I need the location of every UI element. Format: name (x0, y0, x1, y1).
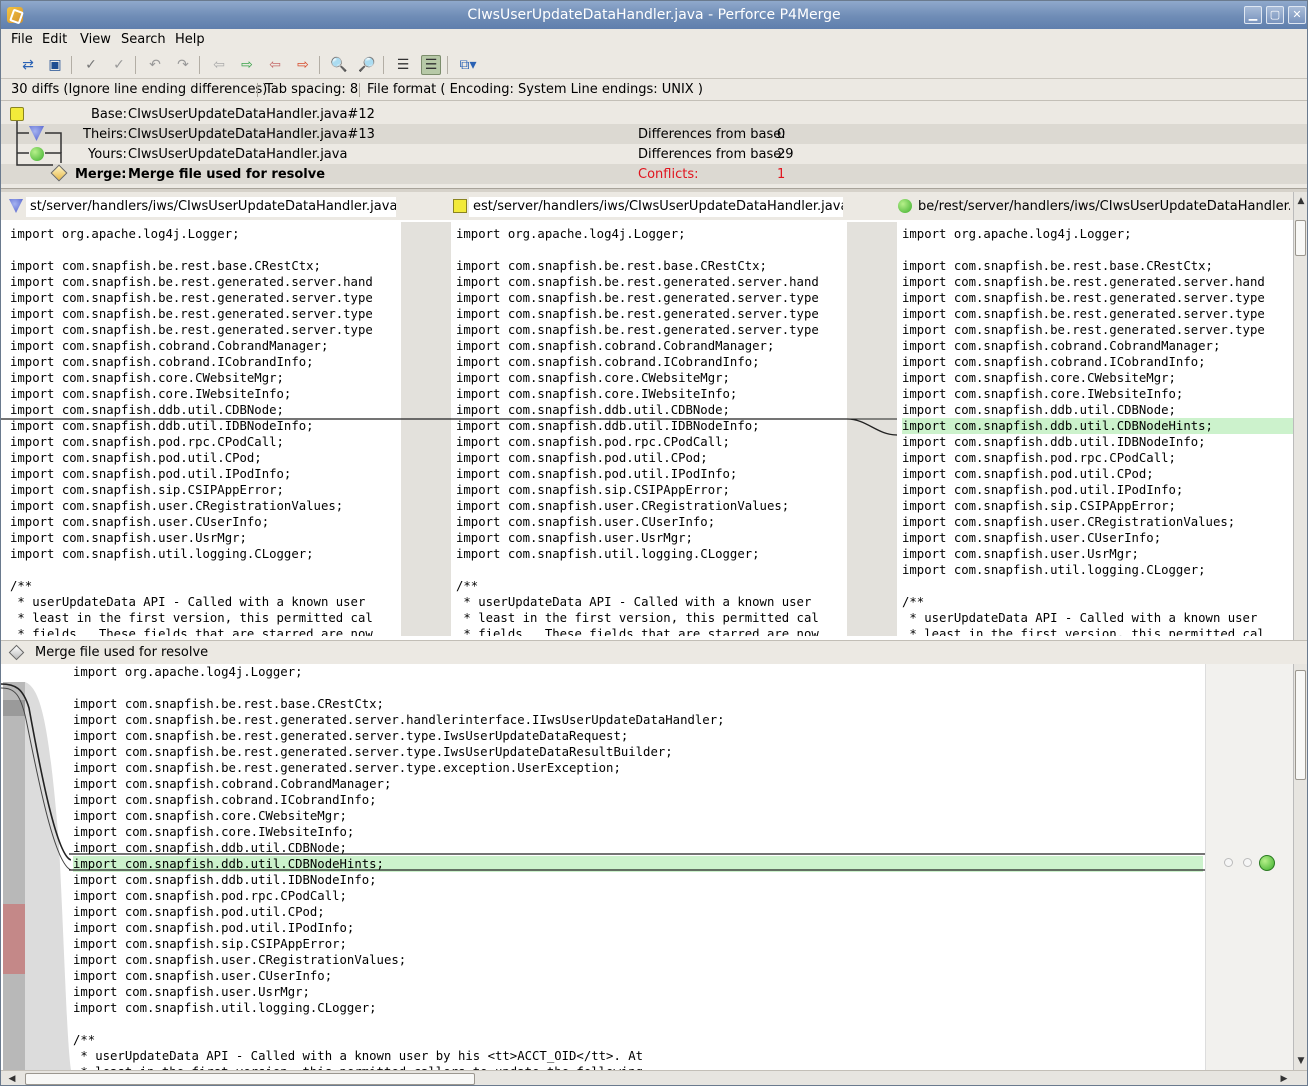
merge-tree-lines (16, 121, 62, 166)
toolbar-separator (319, 56, 320, 74)
menu-bar: File Edit View Search Help (1, 29, 1307, 51)
menu-file[interactable]: File (11, 32, 33, 47)
line-numbers-icon[interactable]: ☰ (393, 55, 413, 75)
p4merge-window: CIwsUserUpdateDataHandler.java - Perforc… (0, 0, 1308, 1086)
highlight-icon[interactable]: ☰ (421, 55, 441, 75)
minimize-button[interactable]: ▁ (1244, 6, 1262, 24)
files-info-panel: Base: CIwsUserUpdateDataHandler.java#12 … (1, 101, 1307, 189)
merge-pane[interactable]: import org.apache.log4j.Logger; import co… (1, 664, 1307, 1070)
status-bar: 30 diffs (Ignore line ending differences… (1, 79, 1307, 101)
diff-count: 30 diffs (Ignore line ending differences… (11, 82, 268, 97)
check-icon[interactable]: ✓ (81, 55, 101, 75)
check-all-icon[interactable]: ✓ (109, 55, 129, 75)
next-diff-icon[interactable]: ⇨ (237, 55, 257, 75)
merge-choice-gutter (1205, 664, 1293, 1070)
menu-view[interactable]: View (80, 32, 111, 47)
undo-icon[interactable]: ↶ (145, 55, 165, 75)
layout-icon[interactable]: ⧉▾ (455, 55, 481, 75)
menu-edit[interactable]: Edit (42, 32, 67, 47)
merge-scroll-thumb[interactable] (1295, 670, 1306, 780)
redo-icon[interactable]: ↷ (173, 55, 193, 75)
panes-vertical-scrollbar[interactable]: ▲ (1293, 192, 1307, 640)
merge-diamond-small-icon (8, 644, 25, 661)
merge-row: Merge: Merge file used for resolve Confl… (1, 164, 1307, 184)
yours-file-name: CIwsUserUpdateDataHandler.java (128, 147, 348, 162)
save-icon[interactable]: ▣ (45, 55, 65, 75)
diff-panes: st/server/handlers/iws/CIwsUserUpdateDat… (1, 192, 1307, 640)
maximize-button[interactable]: ▢ (1266, 6, 1284, 24)
scroll-down-arrow[interactable]: ▼ (1294, 1054, 1307, 1068)
toolbar-separator (447, 56, 448, 74)
status-separator (257, 83, 258, 97)
title-bar: CIwsUserUpdateDataHandler.java - Perforc… (1, 1, 1307, 29)
swap-icon[interactable]: ⇄ (18, 55, 38, 75)
menu-search[interactable]: Search (121, 32, 166, 47)
choose-theirs-icon[interactable] (1224, 858, 1233, 867)
hscroll-thumb[interactable] (25, 1073, 475, 1085)
toolbar-separator (383, 56, 384, 74)
theirs-row: Theirs: CIwsUserUpdateDataHandler.java#1… (1, 124, 1307, 144)
scroll-up-arrow[interactable]: ▲ (1294, 194, 1307, 208)
diff-connector-lines (1, 418, 898, 436)
theirs-label: Theirs: (83, 127, 128, 142)
toolbar: ⇄ ▣ ✓ ✓ ↶ ↷ ⇦ ⇨ ⇦ ⇨ 🔍 🔎 ☰ ☰ ⧉▾ (1, 51, 1307, 79)
find-icon[interactable]: 🔍 (329, 55, 349, 75)
merge-label: Merge: (75, 167, 127, 182)
yours-row: Yours: CIwsUserUpdateDataHandler.java Di… (1, 144, 1307, 164)
merge-horizontal-scrollbar[interactable]: ◀ ▶ (1, 1070, 1307, 1085)
yours-label: Yours: (88, 147, 127, 162)
menu-help[interactable]: Help (175, 32, 205, 47)
status-separator (359, 83, 360, 97)
scroll-left-arrow[interactable]: ◀ (5, 1072, 19, 1085)
next-conflict-icon[interactable]: ⇨ (293, 55, 313, 75)
theirs-diff-label: Differences from base: (638, 127, 786, 142)
scroll-right-arrow[interactable]: ▶ (1277, 1072, 1291, 1085)
toolbar-separator (71, 56, 72, 74)
scroll-thumb[interactable] (1295, 220, 1306, 256)
merge-pane-header: Merge file used for resolve (1, 640, 1307, 664)
toolbar-separator (199, 56, 200, 74)
base-file-name: CIwsUserUpdateDataHandler.java#12 (128, 107, 375, 122)
merge-file-name: Merge file used for resolve (128, 167, 326, 182)
base-label: Base: (91, 107, 128, 122)
tab-spacing[interactable]: Tab spacing: 8 (265, 82, 358, 97)
file-format[interactable]: File format ( Encoding: System Line endi… (367, 82, 703, 97)
yours-diff-label: Differences from base: (638, 147, 786, 162)
conflicts-label: Conflicts: (638, 167, 699, 182)
theirs-diff-count: 0 (777, 127, 786, 142)
yours-diff-count: 29 (777, 147, 794, 162)
merge-pane-title: Merge file used for resolve (35, 645, 209, 660)
prev-conflict-icon[interactable]: ⇦ (265, 55, 285, 75)
merge-vertical-scrollbar[interactable]: ▼ (1293, 664, 1307, 1070)
base-row: Base: CIwsUserUpdateDataHandler.java#12 (1, 104, 1307, 124)
choose-yours-icon[interactable] (1259, 855, 1275, 871)
find-next-icon[interactable]: 🔎 (357, 55, 377, 75)
choose-base-icon[interactable] (1243, 858, 1252, 867)
prev-diff-icon[interactable]: ⇦ (209, 55, 229, 75)
window-title: CIwsUserUpdateDataHandler.java - Perforc… (467, 7, 841, 23)
close-button[interactable]: ✕ (1288, 6, 1306, 24)
merge-hl-border (69, 853, 1205, 871)
toolbar-separator (135, 56, 136, 74)
conflicts-count: 1 (777, 167, 786, 182)
theirs-file-name: CIwsUserUpdateDataHandler.java#13 (128, 127, 375, 142)
